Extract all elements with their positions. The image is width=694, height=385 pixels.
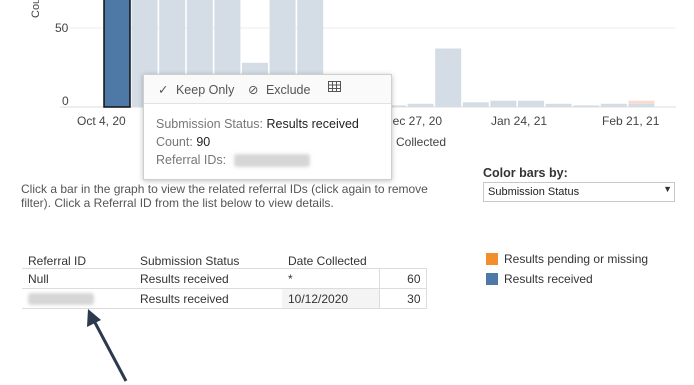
color-by-select[interactable]: Submission Status ▼ <box>483 182 675 202</box>
legend-item-pending[interactable]: Results pending or missing <box>486 252 648 266</box>
referral-table: Referral ID Submission Status Date Colle… <box>22 252 427 309</box>
bar-results-received[interactable] <box>462 102 489 107</box>
legend-swatch <box>486 253 498 265</box>
legend-swatch <box>486 273 498 285</box>
view-data-icon <box>328 81 341 92</box>
color-by-title: Color bars by: <box>483 166 568 180</box>
x-axis-title: Collected <box>396 135 447 149</box>
cell-date: 10/12/2020 <box>282 288 379 309</box>
col-header-referral-id: Referral ID <box>28 254 87 268</box>
x-tick-label: Feb 21, 21 <box>602 114 660 128</box>
arrow-shaft <box>90 316 128 382</box>
cell-count: 30 <box>378 288 427 309</box>
tooltip-actions: ✓ Keep Only ⊘ Exclude <box>144 75 391 104</box>
x-tick-label: Oct 4, 20 <box>77 114 126 128</box>
tooltip-count-value: 90 <box>196 135 211 149</box>
table-row[interactable]: Null Results received * 60 <box>22 268 427 289</box>
tooltip-ids-line: Referral IDs: <box>156 153 310 168</box>
redacted-referral-id <box>28 293 94 306</box>
tooltip-status-value: Results received <box>266 117 359 131</box>
exclude-icon: ⊘ <box>248 83 259 97</box>
cell-referral-id[interactable]: Null <box>22 268 134 289</box>
color-by-selected: Submission Status <box>488 186 580 198</box>
x-tick-label: Jan 24, 21 <box>491 114 548 128</box>
tooltip-count-line: Count: 90 <box>156 135 210 149</box>
tooltip-status-line: Submission Status: Results received <box>156 117 359 131</box>
cell-date: * <box>282 268 379 289</box>
cell-status: Results received <box>134 288 282 309</box>
col-header-count <box>379 252 426 269</box>
bar-results-received[interactable] <box>490 100 517 107</box>
bar-results-received[interactable] <box>573 105 600 107</box>
annotation-arrow <box>87 309 128 382</box>
legend-item-received[interactable]: Results received <box>486 272 593 286</box>
legend-label: Results pending or missing <box>504 252 649 266</box>
dropdown-caret-icon: ▼ <box>663 184 672 194</box>
redacted-referral-ids <box>233 154 310 168</box>
check-icon: ✓ <box>158 83 169 97</box>
tooltip-status-label: Submission Status: <box>156 117 263 131</box>
y-tick-label: 0 <box>62 94 69 108</box>
tooltip-ids-label: Referral IDs: <box>156 153 227 167</box>
tooltip-count-label: Count: <box>156 135 193 149</box>
bar-results-received[interactable] <box>407 103 434 107</box>
col-header-status: Submission Status <box>140 254 240 268</box>
bar-results-received[interactable] <box>628 103 655 107</box>
y-axis-title: Cou <box>30 0 42 18</box>
x-tick-label: Dec 27, 20 <box>384 114 443 128</box>
bar-results-received[interactable] <box>103 0 131 108</box>
cell-count: 60 <box>378 268 427 289</box>
bar-results-pending[interactable] <box>628 100 655 104</box>
bar-results-received[interactable] <box>600 103 627 107</box>
bar-tooltip: ✓ Keep Only ⊘ Exclude Submission Status:… <box>143 74 392 180</box>
y-tick-label: 50 <box>55 21 69 35</box>
bar-results-received[interactable] <box>435 48 462 108</box>
view-data-button[interactable] <box>328 81 341 96</box>
cell-status: Results received <box>134 268 282 289</box>
col-header-date: Date Collected <box>288 254 367 268</box>
keep-only-label: Keep Only <box>175 83 235 97</box>
bar-results-received[interactable] <box>518 100 544 107</box>
legend-label: Results received <box>504 272 593 286</box>
keep-only-button[interactable]: ✓ Keep Only <box>158 82 234 97</box>
instructions-text: Click a bar in the graph to view the rel… <box>21 182 428 210</box>
exclude-button[interactable]: ⊘ Exclude <box>248 82 310 97</box>
bar-results-received[interactable] <box>545 103 572 107</box>
exclude-label: Exclude <box>265 83 311 97</box>
table-header-row: Referral ID Submission Status Date Colle… <box>22 252 426 269</box>
arrow-head-icon <box>87 309 101 327</box>
